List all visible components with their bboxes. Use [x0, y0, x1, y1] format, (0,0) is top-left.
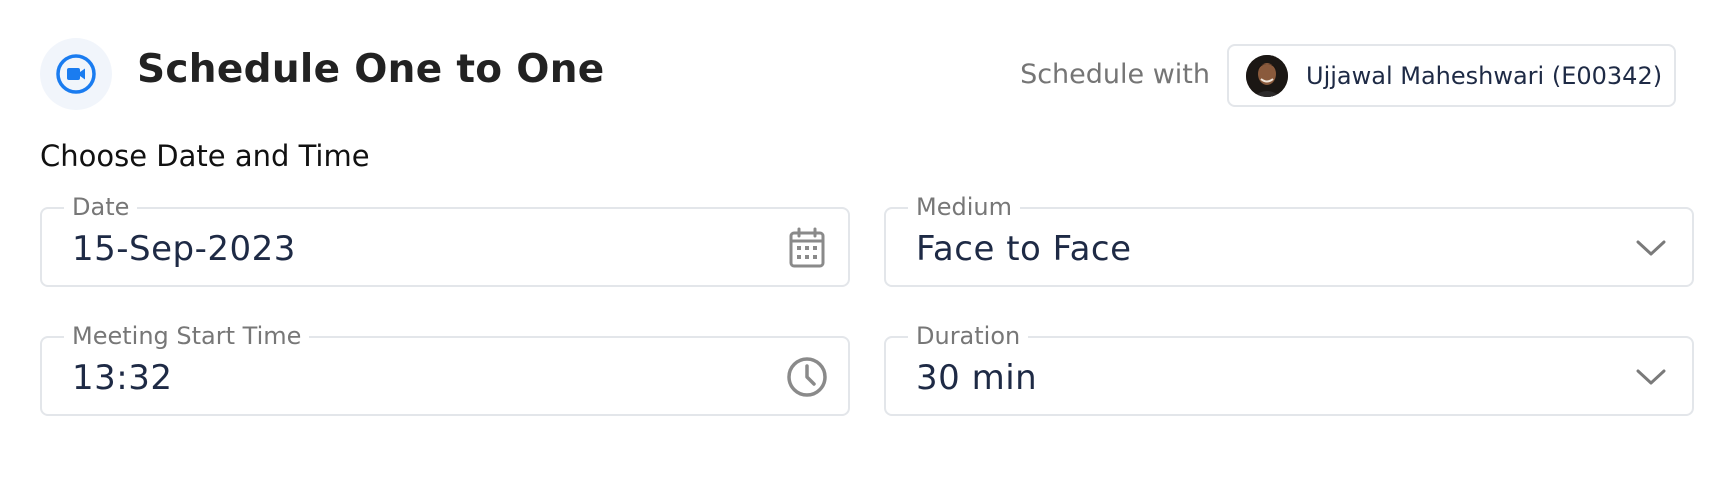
page-title: Schedule One to One — [137, 47, 605, 92]
medium-select[interactable]: Medium Face to Face — [884, 191, 1694, 287]
participant-selector[interactable]: Ujjawal Maheshwari (E00342) — [1227, 44, 1676, 107]
chevron-down-icon[interactable] — [1630, 227, 1672, 269]
calendar-icon[interactable] — [786, 227, 828, 269]
start-time-field-label: Meeting Start Time — [64, 320, 310, 352]
date-field-value: 15-Sep-2023 — [72, 229, 296, 269]
schedule-one-to-one-page: Schedule One to One Schedule with Ujjawa… — [0, 0, 1728, 480]
duration-select-value: 30 min — [916, 358, 1038, 398]
participant-name: Ujjawal Maheshwari (E00342) — [1306, 61, 1663, 90]
medium-select-value: Face to Face — [916, 229, 1132, 269]
duration-select[interactable]: Duration 30 min — [884, 320, 1694, 416]
date-field-label: Date — [64, 191, 138, 223]
header-icon-badge — [40, 38, 112, 110]
schedule-with-label: Schedule with — [1020, 59, 1210, 90]
start-time-field-value: 13:32 — [72, 358, 173, 398]
medium-select-label: Medium — [908, 191, 1020, 223]
video-camera-icon — [56, 54, 96, 94]
start-time-field[interactable]: Meeting Start Time 13:32 — [40, 320, 850, 416]
section-title: Choose Date and Time — [40, 139, 370, 173]
duration-select-label: Duration — [908, 320, 1029, 352]
date-field[interactable]: Date 15-Sep-2023 — [40, 191, 850, 287]
chevron-down-icon[interactable] — [1630, 356, 1672, 398]
avatar — [1246, 54, 1288, 97]
clock-icon[interactable] — [786, 356, 828, 398]
